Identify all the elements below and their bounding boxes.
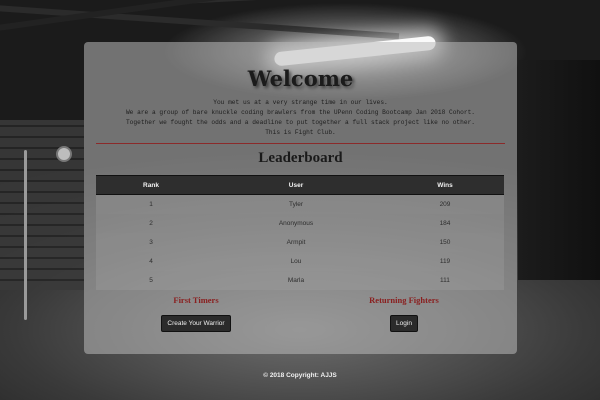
wins-cell: 111 xyxy=(386,271,504,290)
intro-line: You met us at a very strange time in our… xyxy=(213,99,388,106)
table-row: 3 Armpit 150 xyxy=(96,233,504,252)
column-header-rank: Rank xyxy=(96,175,206,195)
first-timers-heading: First Timers xyxy=(173,295,219,305)
brick-wall-decoration xyxy=(0,120,84,290)
wins-cell: 150 xyxy=(386,233,504,252)
table-row: 2 Anonymous 184 xyxy=(96,214,504,233)
footer-copyright: © 2018 Copyright: AJJS xyxy=(263,372,337,379)
table-header-row: Rank User Wins xyxy=(96,175,504,195)
leaderboard-title: Leaderboard xyxy=(258,150,343,166)
ceiling-beam xyxy=(179,0,600,4)
section-divider xyxy=(96,143,505,144)
login-button[interactable]: Login xyxy=(390,315,418,332)
wins-cell: 184 xyxy=(386,214,504,233)
user-cell: Armpit xyxy=(206,233,386,252)
intro-line: Together we fought the odds and a deadli… xyxy=(125,119,476,126)
returning-fighters-section: Returning Fighters Login xyxy=(329,295,479,332)
user-cell: Marla xyxy=(206,271,386,290)
table-row: 4 Lou 119 xyxy=(96,252,504,271)
user-cell: Anonymous xyxy=(206,214,386,233)
rank-cell: 3 xyxy=(96,233,206,252)
user-cell: Tyler xyxy=(206,194,386,214)
first-timers-section: First Timers Create Your Warrior xyxy=(121,295,271,332)
user-cell: Lou xyxy=(206,252,386,271)
intro-text: You met us at a very strange time in our… xyxy=(84,98,517,138)
rank-cell: 4 xyxy=(96,252,206,271)
rank-cell: 2 xyxy=(96,214,206,233)
pipe-decoration xyxy=(24,150,27,320)
wins-cell: 119 xyxy=(386,252,504,271)
column-header-wins: Wins xyxy=(386,175,504,195)
rank-cell: 5 xyxy=(96,271,206,290)
dark-wall-decoration xyxy=(518,60,600,280)
rank-cell: 1 xyxy=(96,194,206,214)
create-warrior-button[interactable]: Create Your Warrior xyxy=(161,315,231,332)
table-row: 1 Tyler 209 xyxy=(96,194,504,214)
leaderboard-table: Rank User Wins 1 Tyler 209 2 Anonymous 1… xyxy=(96,175,504,290)
welcome-title: Welcome xyxy=(247,66,354,91)
returning-fighters-heading: Returning Fighters xyxy=(369,295,439,305)
gauge-decoration xyxy=(56,146,72,162)
column-header-user: User xyxy=(206,175,386,195)
table-row: 5 Marla 111 xyxy=(96,271,504,290)
main-panel: Welcome You met us at a very strange tim… xyxy=(84,42,517,354)
intro-line: We are a group of bare knuckle coding br… xyxy=(125,109,476,116)
wins-cell: 209 xyxy=(386,194,504,214)
intro-line: This is Fight Club. xyxy=(265,129,336,136)
